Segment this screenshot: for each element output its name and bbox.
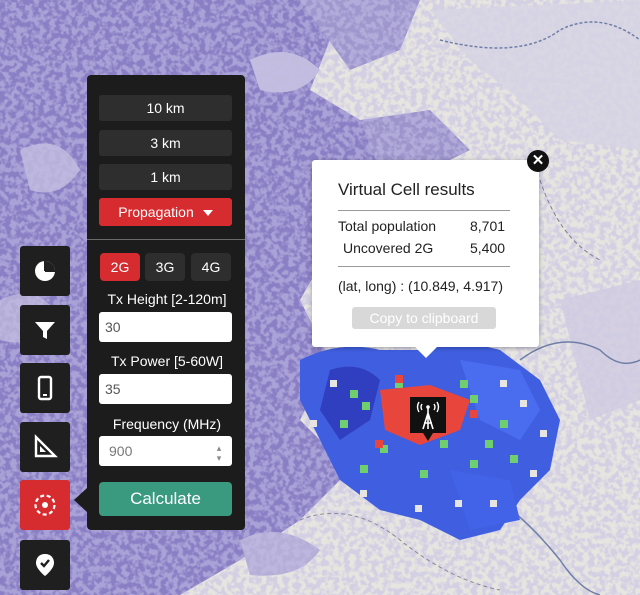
panel-divider	[87, 239, 245, 240]
cell-tower-icon[interactable]	[407, 395, 449, 445]
propagation-label: Propagation	[118, 204, 194, 220]
virtual-cell-panel: 10 km 3 km 1 km Propagation 2G 3G 4G Tx …	[87, 75, 245, 530]
measure-button[interactable]	[20, 422, 70, 472]
location-check-icon	[36, 554, 54, 576]
close-icon[interactable]: ✕	[527, 150, 549, 172]
divider	[338, 210, 510, 211]
tx-power-label: Tx Power [5-60W]	[110, 353, 224, 369]
tab-2g[interactable]: 2G	[100, 253, 140, 281]
total-population-label: Total population	[338, 218, 437, 234]
latlong-text: (lat, long) : (10.849, 4.917)	[338, 278, 503, 294]
statistics-button[interactable]	[20, 246, 70, 296]
uncovered-2g-value: 5,400	[470, 240, 506, 256]
tab-3g[interactable]: 3G	[145, 253, 185, 281]
radius-10km-button[interactable]: 10 km	[99, 95, 232, 121]
filter-button[interactable]	[20, 305, 70, 355]
chevron-down-icon	[202, 210, 213, 217]
divider	[338, 266, 510, 267]
tx-height-input[interactable]: 30	[99, 312, 232, 342]
propagation-dropdown[interactable]: Propagation	[99, 198, 232, 226]
frequency-value: 900	[109, 443, 133, 459]
mobile-phone-icon	[37, 375, 53, 401]
panel-pointer	[74, 488, 87, 512]
virtual-cell-results-popup: Virtual Cell results Total population 8,…	[312, 160, 539, 347]
filter-icon	[35, 322, 55, 339]
total-population-value: 8,701	[470, 218, 506, 234]
calculate-button[interactable]: Calculate	[99, 482, 232, 516]
results-title: Virtual Cell results	[338, 180, 475, 199]
tab-4g[interactable]: 4G	[191, 253, 231, 281]
updown-arrows-icon: ▴▾	[215, 444, 225, 464]
radius-3km-button[interactable]: 3 km	[99, 130, 232, 156]
frequency-label: Frequency (MHz)	[112, 416, 222, 432]
copy-to-clipboard-button[interactable]: Copy to clipboard	[352, 307, 496, 329]
pie-chart-icon	[35, 261, 55, 281]
radius-1km-button[interactable]: 1 km	[99, 164, 232, 190]
tx-height-label: Tx Height [2-120m]	[107, 291, 227, 307]
uncovered-2g-label: Uncovered 2G	[343, 240, 434, 256]
frequency-select[interactable]: 900 ▴▾	[99, 436, 232, 466]
ruler-triangle-icon	[34, 434, 58, 458]
tx-power-input[interactable]: 35	[99, 374, 232, 404]
results-pointer	[414, 346, 438, 358]
target-icon	[34, 494, 56, 516]
device-button[interactable]	[20, 363, 70, 413]
virtual-cell-button[interactable]	[20, 480, 70, 530]
validate-button[interactable]	[20, 540, 70, 590]
